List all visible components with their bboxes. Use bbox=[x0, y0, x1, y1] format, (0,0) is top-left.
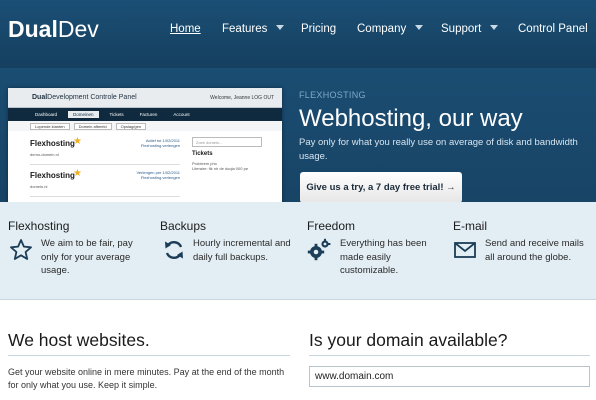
nav-pricing[interactable]: Pricing bbox=[301, 23, 336, 39]
refresh-icon bbox=[165, 241, 183, 259]
nav-home[interactable]: Home bbox=[170, 23, 201, 39]
star-icon: ★ bbox=[73, 168, 82, 179]
feature-title: E-mail bbox=[453, 219, 488, 233]
screenshot-nav-item: Account bbox=[173, 112, 190, 117]
star-icon: ★ bbox=[73, 136, 82, 147]
feature-title: Flexhosting bbox=[8, 219, 70, 233]
screenshot-domain-field: Zoek domein... bbox=[192, 137, 262, 147]
screenshot-subnav-item: Domein afbeeld bbox=[73, 122, 112, 130]
domain-title: Is your domain available? bbox=[309, 330, 508, 350]
divider bbox=[309, 355, 590, 356]
feature-text: We aim to be fair, pay only for your ave… bbox=[41, 238, 133, 276]
hero-description: Pay only for what you really use on aver… bbox=[299, 137, 578, 162]
divider bbox=[8, 355, 290, 356]
host-text: Get your website online in mere minutes.… bbox=[8, 367, 285, 390]
screenshot-titlebar: DualDevelopment Controle Panel Welcome, … bbox=[8, 88, 282, 108]
feature-text: Everything has been made easily customiz… bbox=[340, 238, 427, 276]
screenshot-nav-item: Tickets bbox=[109, 112, 124, 117]
gears-icon bbox=[307, 238, 331, 261]
logo[interactable]: DualDev bbox=[8, 16, 99, 43]
hero-title: Webhosting, our way bbox=[299, 105, 523, 132]
site-header: DualDev Home Features Pricing Company Su… bbox=[0, 0, 596, 68]
screenshot-ticket: Probleem pho Literaire: fik nh de doqla … bbox=[192, 161, 249, 171]
chevron-down-icon bbox=[276, 25, 285, 30]
domain-search-input[interactable] bbox=[309, 366, 590, 387]
screenshot-card: Flexhosting ★ Verlengen per 1/02/2011 Fl… bbox=[30, 167, 180, 197]
screenshot-subnav-item: Lopende klanten bbox=[30, 122, 70, 130]
chevron-down-icon bbox=[415, 25, 424, 30]
screenshot-tickets-label: Tickets bbox=[192, 151, 213, 157]
screenshot-subnav-item: Opslag/gen bbox=[115, 122, 147, 130]
screenshot-nav: Dashboard Domeinen Tickets Facturen Acco… bbox=[8, 108, 282, 121]
host-title: We host websites. bbox=[8, 330, 150, 350]
hero-kicker: FLEXHOSTING bbox=[299, 90, 366, 100]
features-band: Flexhosting We aim to be fair, pay only … bbox=[0, 202, 596, 300]
star-icon bbox=[10, 239, 32, 260]
feature-text: Hourly incremental and daily full backup… bbox=[193, 238, 291, 263]
control-panel-screenshot: DualDevelopment Controle Panel Welcome, … bbox=[8, 88, 282, 208]
feature-text: Send and receive mails all around the gl… bbox=[485, 238, 584, 263]
feature-title: Freedom bbox=[307, 219, 356, 233]
envelope-icon bbox=[454, 242, 476, 258]
hero-banner: DualDevelopment Controle Panel Welcome, … bbox=[0, 68, 596, 208]
screenshot-nav-item: Facturen bbox=[139, 112, 158, 117]
chevron-down-icon bbox=[490, 25, 499, 30]
free-trial-button[interactable]: Give us a try, a 7 day free trial! → bbox=[300, 172, 462, 203]
nav-support[interactable]: Support bbox=[441, 23, 499, 39]
screenshot-nav-item: Domeinen bbox=[68, 111, 99, 118]
nav-control-panel[interactable]: Control Panel bbox=[518, 23, 588, 39]
screenshot-card: Flexhosting ★ Actief tot 1/02/2011 Flexh… bbox=[30, 135, 180, 165]
feature-title: Backups bbox=[160, 219, 207, 233]
screenshot-subnav: Lopende klanten Domein afbeeld Opslag/ge… bbox=[8, 121, 282, 131]
nav-features[interactable]: Features bbox=[222, 23, 285, 39]
screenshot-user: Welcome, Jeanne LOG OUT bbox=[210, 95, 274, 101]
screenshot-body: Flexhosting ★ Actief tot 1/02/2011 Flexh… bbox=[8, 131, 282, 208]
nav-company[interactable]: Company bbox=[357, 23, 424, 39]
screenshot-nav-item: Dashboard bbox=[35, 112, 58, 117]
